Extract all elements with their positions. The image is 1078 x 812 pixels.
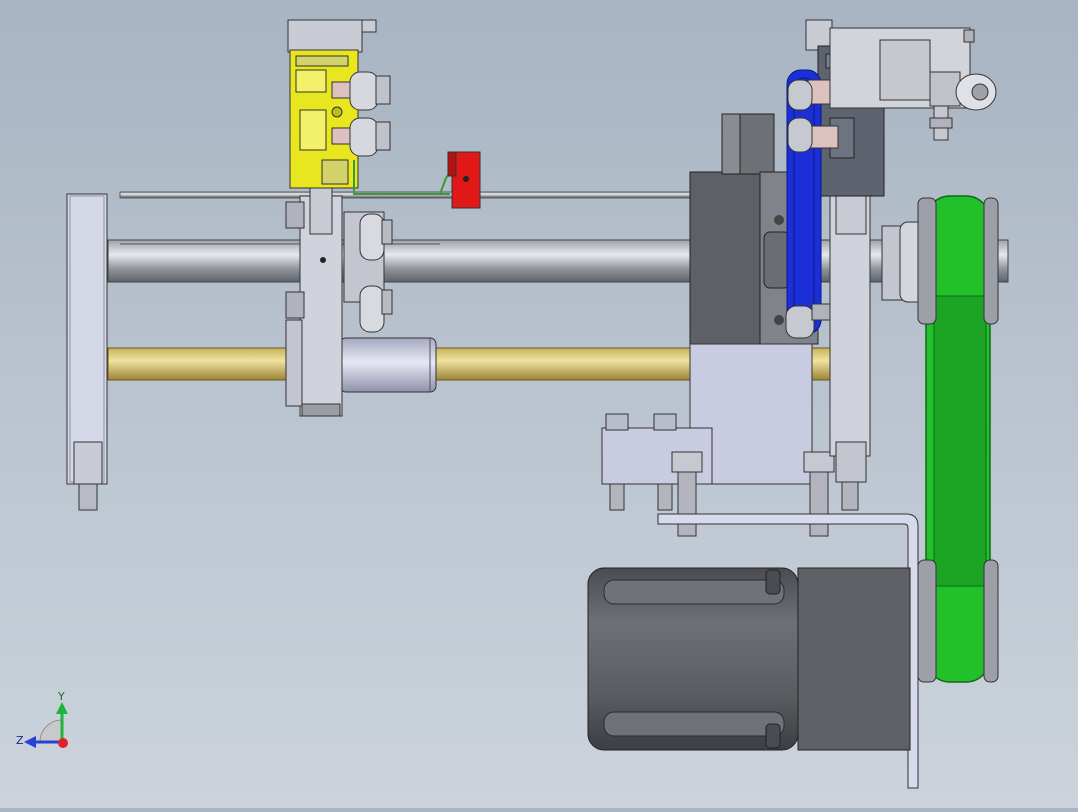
sensor-wire — [353, 160, 453, 195]
red-sensor-block — [447, 151, 481, 209]
axis-triad-icon: Y Z — [16, 690, 68, 748]
main-shaft — [107, 239, 1009, 283]
left-end-plate — [66, 193, 108, 511]
cad-viewport[interactable]: Y Z — [0, 0, 1078, 808]
z-axis-label: Z — [16, 734, 24, 747]
y-axis-label: Y — [57, 690, 65, 703]
green-timing-belt — [917, 195, 999, 683]
right-carriage — [829, 167, 871, 511]
linear-bushing — [339, 337, 437, 393]
stepper-motor — [587, 567, 911, 751]
left-carriage — [285, 165, 343, 417]
assembly-view: Y Z — [16, 19, 1009, 789]
